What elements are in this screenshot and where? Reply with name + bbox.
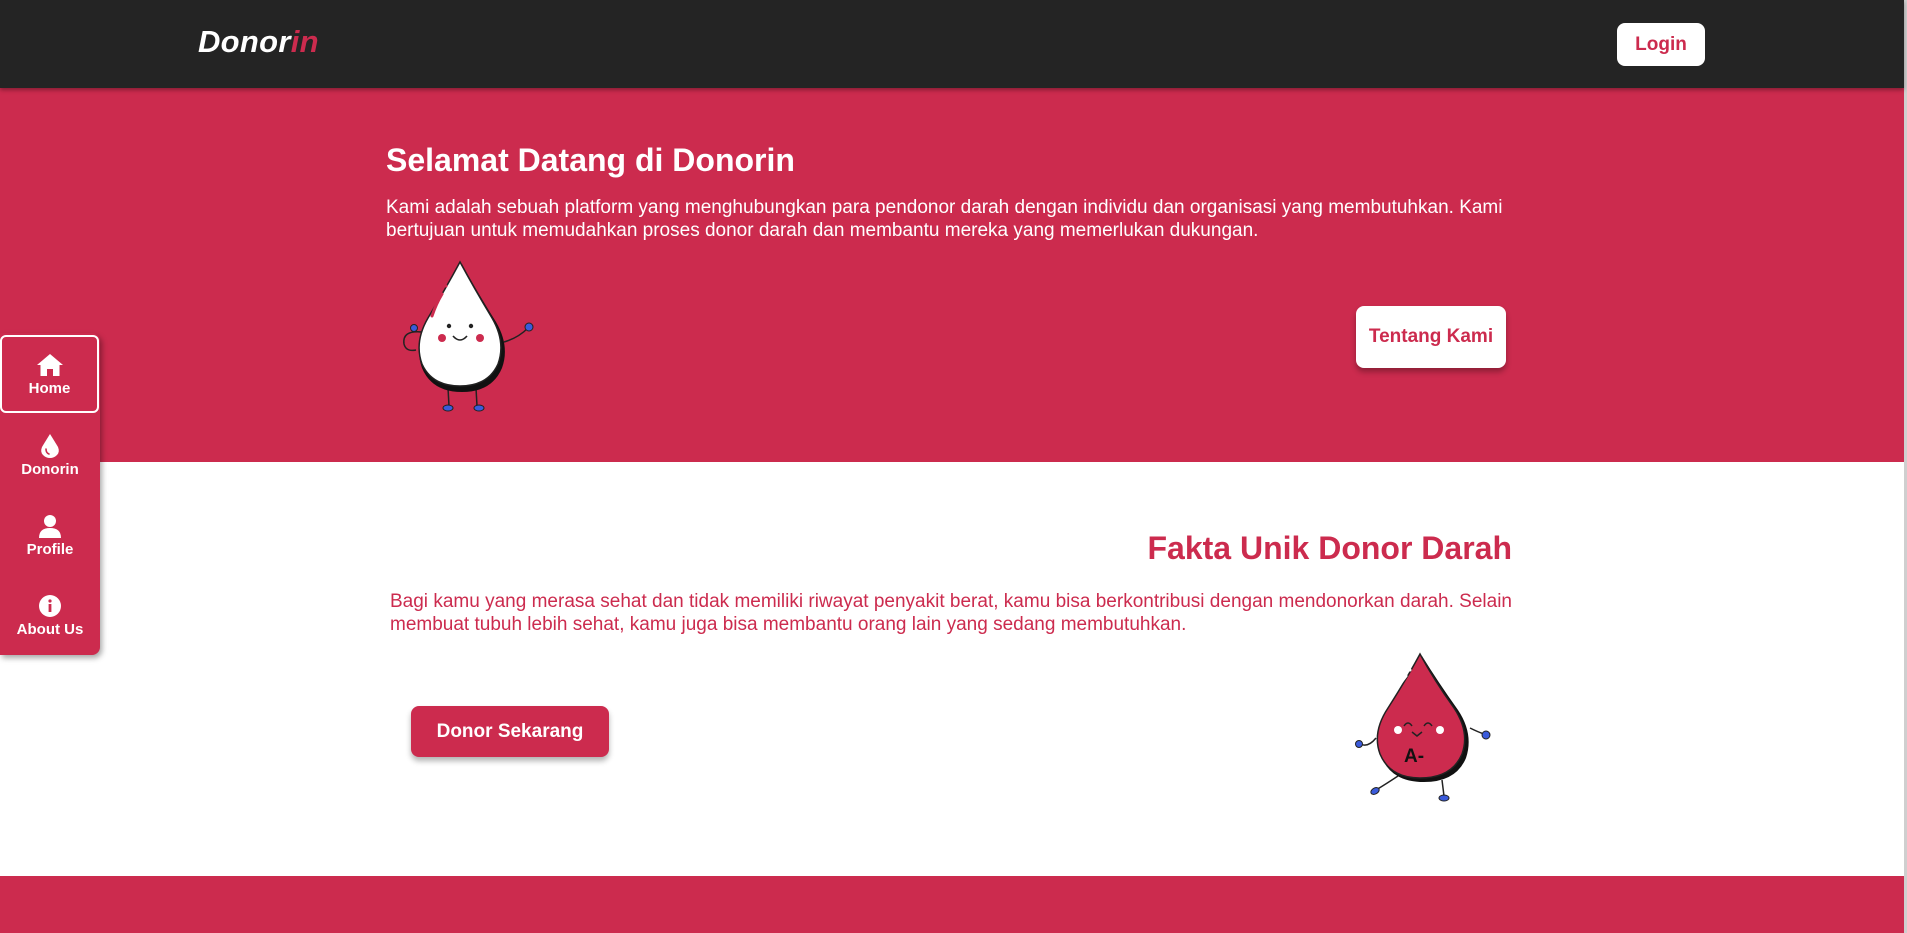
sidebar-item-home[interactable]: Home	[0, 335, 99, 413]
sidebar-item-label: Donorin	[21, 460, 79, 478]
side-navigation: Home Donorin Profile About Us	[0, 333, 100, 655]
home-icon	[36, 353, 63, 376]
sidebar-item-profile[interactable]: Profile	[0, 495, 100, 575]
donate-now-button[interactable]: Donor Sekarang	[411, 706, 609, 757]
about-us-button[interactable]: Tentang Kami	[1356, 306, 1506, 368]
sidebar-item-label: About Us	[16, 620, 84, 638]
hero-description: Kami adalah sebuah platform yang menghub…	[386, 197, 1503, 241]
blood-drop-icon	[41, 433, 59, 458]
sidebar-item-label: Home	[28, 379, 71, 397]
hero-section: Selamat Datang di Donorin Kami adalah se…	[0, 88, 1904, 462]
top-navbar: Donorin Login	[0, 0, 1904, 88]
info-icon	[39, 594, 61, 617]
white-blood-drop-mascot-illustration	[403, 260, 534, 412]
brand-logo[interactable]: Donorin	[198, 24, 319, 60]
red-blood-drop-mascot-illustration: A-	[1355, 652, 1491, 802]
hero-title: Selamat Datang di Donorin	[386, 142, 795, 178]
brand-main: Donor	[198, 24, 291, 59]
sidebar-item-label: Profile	[26, 540, 74, 558]
brand-accent: in	[290, 24, 319, 59]
facts-description: Bagi kamu yang merasa sehat dan tidak me…	[390, 591, 1512, 635]
blood-type-label: A-	[1404, 746, 1424, 767]
user-icon	[39, 514, 61, 538]
facts-section: Fakta Unik Donor Darah Bagi kamu yang me…	[0, 462, 1904, 876]
facts-title: Fakta Unik Donor Darah	[1147, 530, 1512, 566]
next-section-band	[0, 876, 1904, 933]
login-button[interactable]: Login	[1617, 23, 1705, 66]
sidebar-item-about-us[interactable]: About Us	[0, 575, 100, 655]
sidebar-item-donorin[interactable]: Donorin	[0, 415, 100, 495]
